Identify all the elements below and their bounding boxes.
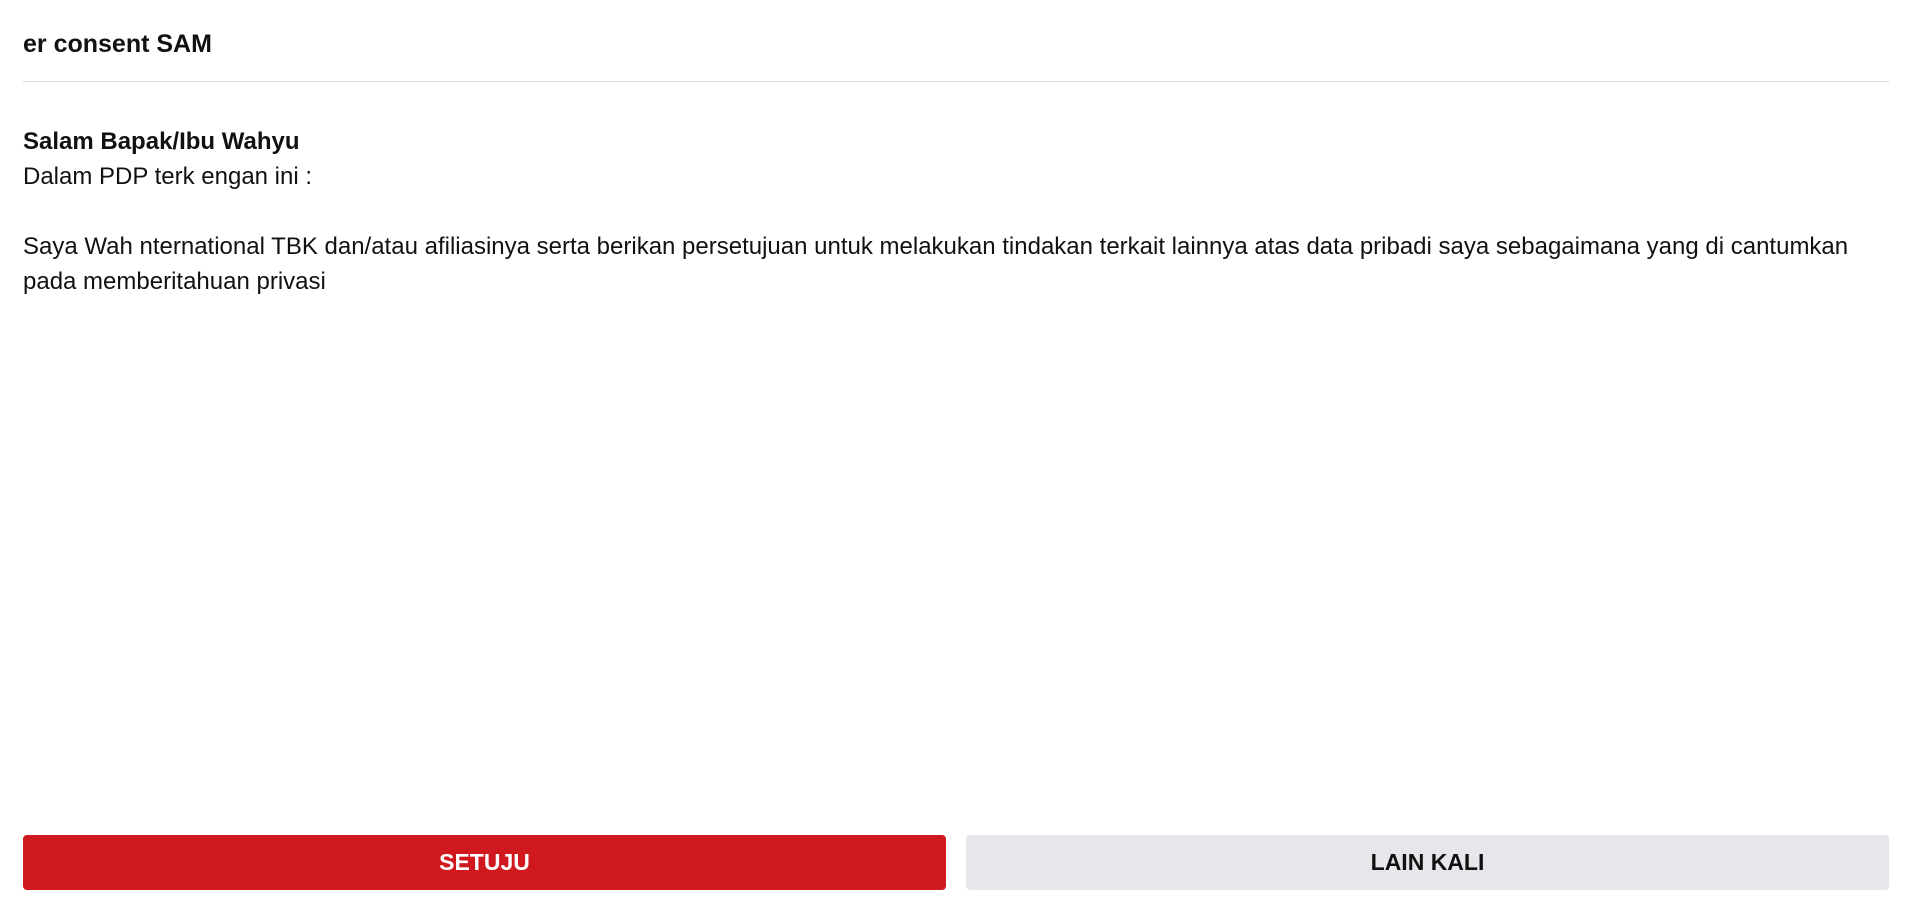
agree-button[interactable]: SETUJU bbox=[23, 835, 946, 890]
consent-message: Salam Bapak/Ibu Wahyu Dalam PDP terk eng… bbox=[23, 124, 1889, 299]
action-bar: SETUJU LAIN KALI bbox=[23, 835, 1889, 890]
consent-page: er consent SAM Salam Bapak/Ibu Wahyu Dal… bbox=[0, 0, 1912, 910]
intro-text: Dalam PDP terk engan ini : bbox=[23, 163, 313, 190]
consent-header: er consent SAM bbox=[23, 0, 1889, 82]
page-title: er consent SAM bbox=[23, 30, 212, 58]
consent-statement: Saya Wah nternational TBK dan/atau afili… bbox=[23, 233, 1849, 295]
greeting-text: Salam Bapak/Ibu Wahyu bbox=[23, 128, 300, 155]
later-button[interactable]: LAIN KALI bbox=[966, 835, 1889, 890]
